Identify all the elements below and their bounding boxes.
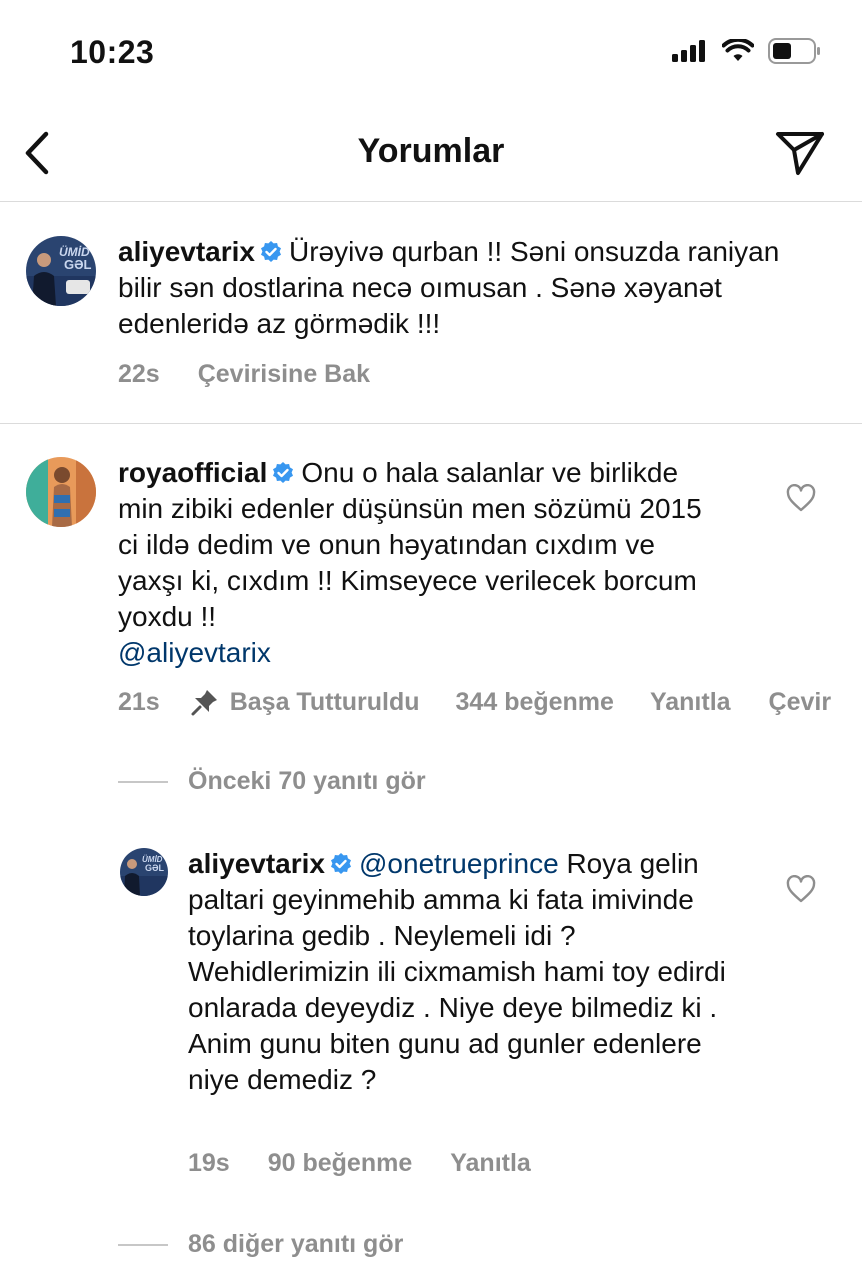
wifi-icon <box>722 39 754 61</box>
reply-button[interactable]: Yanıtla <box>650 688 731 717</box>
comment-username[interactable]: aliyevtarix <box>188 848 325 879</box>
heart-icon[interactable] <box>786 484 816 512</box>
see-translation-link[interactable]: Çevirisine Bak <box>198 360 370 389</box>
see-translation-link[interactable]: Çevir <box>769 688 832 717</box>
status-time: 10:23 <box>70 34 155 70</box>
pinned-label: Başa Tutturuldu <box>229 687 420 716</box>
caption-comment: aliyevtarix Ürəyivə qurban !! Səni onsuzd… <box>118 234 818 342</box>
replies-dash <box>118 1243 168 1246</box>
pinned-comment: royaofficial Onu o hala salanlar ve birli… <box>118 455 718 671</box>
comment-meta: 19s 90 beğenme Yanıtla <box>188 1149 531 1178</box>
comment-time: 21s <box>118 687 160 716</box>
page-title: Yorumlar <box>357 132 505 170</box>
pin-icon <box>191 690 217 716</box>
verified-icon <box>331 853 351 874</box>
svg-text:GƏL: GƏL <box>145 863 165 873</box>
likes-count[interactable]: 344 beğenme <box>456 688 614 717</box>
verified-icon <box>261 241 281 262</box>
view-more-replies[interactable]: 86 diğer yanıtı gör <box>118 1230 403 1259</box>
caption-divider <box>0 423 862 424</box>
status-icons <box>672 38 822 64</box>
likes-count[interactable]: 90 beğenme <box>268 1149 413 1178</box>
comment-meta: 22s Çevirisine Bak <box>118 360 370 389</box>
reply-button[interactable]: Yanıtla <box>450 1149 531 1178</box>
reply-comment: aliyevtarix @onetrueprince Roya gelin pal… <box>188 846 748 1098</box>
view-previous-replies-label: Önceki 70 yanıtı gör <box>188 767 426 795</box>
view-more-replies-label: 86 diğer yanıtı gör <box>188 1230 404 1258</box>
view-previous-replies[interactable]: Önceki 70 yanıtı gör <box>118 767 426 796</box>
comment-username[interactable]: aliyevtarix <box>118 236 255 267</box>
avatar[interactable]: ÜMİD İLƏ GƏL <box>26 236 96 306</box>
battery-icon <box>768 38 820 64</box>
signal-icon <box>672 40 705 62</box>
avatar[interactable] <box>26 457 96 527</box>
comment-username[interactable]: royaofficial <box>118 457 267 488</box>
comment-time: 22s <box>118 360 160 388</box>
header-divider <box>0 201 862 202</box>
heart-icon[interactable] <box>786 875 816 903</box>
comment-text: Roya gelin paltari geyinmehib amma ki fa… <box>188 848 726 1095</box>
replies-dash <box>118 780 168 783</box>
comment-time: 19s <box>188 1149 230 1177</box>
mention-link[interactable]: @aliyevtarix <box>118 637 271 668</box>
send-icon[interactable] <box>774 128 826 178</box>
mention-link[interactable]: @onetrueprince <box>359 848 559 879</box>
comment-meta: 21s Başa Tutturuldu 344 beğenme Yanıtla … <box>118 687 831 717</box>
avatar[interactable]: ÜMİD GƏL <box>120 848 168 896</box>
svg-text:GƏL: GƏL <box>64 257 92 272</box>
verified-icon <box>273 462 294 483</box>
